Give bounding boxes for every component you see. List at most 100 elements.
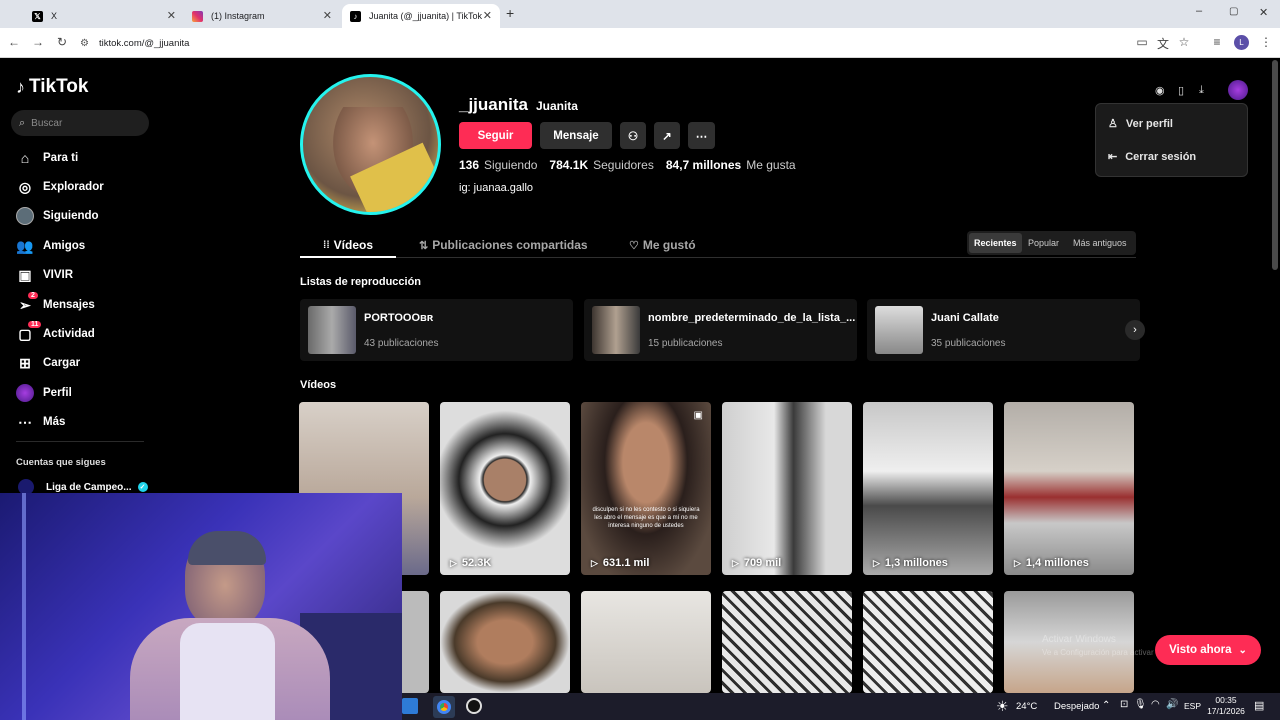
- video-card[interactable]: [722, 591, 852, 693]
- close-tab-icon[interactable]: ✕: [167, 9, 176, 22]
- sidebar-item-label: Amigos: [43, 240, 86, 252]
- playlist-card[interactable]: PORTOOOʙʀ 43 publicaciones: [300, 299, 573, 361]
- video-card[interactable]: ▷ 52.3K: [440, 402, 570, 575]
- language-indicator[interactable]: ESP: [1184, 701, 1201, 711]
- tab-instagram[interactable]: (1) Instagram ✕: [184, 4, 340, 28]
- menu-item-label: Cerrar sesión: [1125, 150, 1197, 163]
- playlists-next-button[interactable]: ›: [1125, 320, 1145, 340]
- followers-label: Seguidores: [593, 158, 654, 172]
- image-post-icon: ▣: [693, 410, 703, 421]
- profile-avatar-large[interactable]: [300, 74, 441, 215]
- sort-popular[interactable]: Popular: [1023, 233, 1064, 253]
- sort-mas-antiguos[interactable]: Más antiguos: [1068, 233, 1132, 253]
- forward-icon[interactable]: →: [30, 35, 46, 49]
- compass-icon: ◎: [18, 178, 32, 195]
- tiktok-logo[interactable]: ♪ TikTok: [16, 76, 88, 98]
- follow-button[interactable]: Seguir: [459, 122, 532, 149]
- browser-tab-bar: 𝕏 X ✕ (1) Instagram ✕ ♪ Juanita (@_jjuan…: [0, 0, 1280, 28]
- page-scrollbar-thumb[interactable]: [1272, 60, 1278, 270]
- clock[interactable]: 00:35 17/1/2026: [1204, 695, 1248, 717]
- webcam-person-cap: [188, 531, 266, 565]
- sidebar-item-label: Perfil: [43, 387, 72, 399]
- tab-title: (1) Instagram: [211, 11, 265, 21]
- sidebar-item-perfil[interactable]: Perfil: [16, 383, 72, 403]
- close-window-button[interactable]: ✕: [1259, 6, 1268, 19]
- followers-count[interactable]: 784.1K: [549, 158, 588, 172]
- sidebar-item-mensajes[interactable]: ➢ 2 Mensajes: [16, 292, 95, 315]
- show-hidden-icons[interactable]: ⌃: [1102, 700, 1110, 711]
- taskbar-active-app[interactable]: [433, 696, 455, 718]
- menu-item-ver-perfil[interactable]: ♙ Ver perfil: [1108, 117, 1173, 131]
- download-icon[interactable]: ⤓: [1199, 84, 1204, 97]
- sidebar-item-amigos[interactable]: 👥 Amigos: [16, 236, 85, 256]
- video-card[interactable]: ▣ disculpen si no les contesto o si siqu…: [581, 402, 711, 575]
- add-friend-button[interactable]: ⚇: [620, 122, 646, 149]
- video-card[interactable]: [581, 591, 711, 693]
- close-tab-icon[interactable]: ✕: [483, 9, 492, 22]
- share-button[interactable]: ↗: [654, 122, 680, 149]
- video-card[interactable]: ▷ 1,3 millones: [863, 402, 993, 575]
- following-count[interactable]: 136: [459, 158, 479, 172]
- sidebar-item-vivir[interactable]: ▣ VIVIR: [16, 265, 73, 285]
- sidebar-item-siguiendo[interactable]: Siguiendo: [16, 206, 99, 226]
- sidebar-item-label: Actividad: [43, 328, 95, 340]
- browser-toolbar: ← → ↻ ⚙ tiktok.com/@_jjuanita ▭ 文 ☆ ≡ L …: [0, 28, 1280, 58]
- video-card[interactable]: ▷ 1,4 millones: [1004, 402, 1134, 575]
- sidebar-item-explorador[interactable]: ◎ Explorador: [16, 177, 104, 197]
- wifi-icon[interactable]: ◠: [1151, 699, 1160, 710]
- file-explorer-icon[interactable]: [402, 698, 418, 714]
- weather-temp[interactable]: 24°C: [1016, 701, 1037, 712]
- profile-avatar[interactable]: L: [1234, 35, 1249, 50]
- new-tab-button[interactable]: +: [506, 5, 514, 21]
- tab-publicaciones-compartidas[interactable]: ⇅ Publicaciones compartidas: [419, 233, 588, 257]
- weather-desc[interactable]: Despejado: [1054, 701, 1099, 712]
- search-input[interactable]: ⌕ Buscar: [11, 110, 149, 136]
- video-view-count: ▷ 1,3 millones: [873, 557, 948, 569]
- menu-kebab-icon[interactable]: ⋮: [1258, 35, 1274, 49]
- address-bar[interactable]: ⚙ tiktok.com/@_jjuanita: [80, 32, 1200, 54]
- media-control-icon[interactable]: ≡: [1209, 35, 1225, 49]
- sidebar-item-para-ti[interactable]: ⌂ Para ti: [16, 148, 78, 168]
- user-avatar-button[interactable]: [1228, 80, 1248, 100]
- sidebar-item-cargar[interactable]: ⊞ Cargar: [16, 353, 80, 373]
- video-card[interactable]: ▷ 709 mil: [722, 402, 852, 575]
- message-button[interactable]: Mensaje: [540, 122, 612, 149]
- obs-icon[interactable]: [466, 698, 482, 714]
- network-icon[interactable]: ⊡: [1120, 699, 1128, 710]
- tab-me-gusto[interactable]: ♡ Me gustó: [629, 233, 696, 257]
- notifications-icon[interactable]: ▤: [1254, 699, 1264, 712]
- playlist-card[interactable]: nombre_predeterminado_de_la_lista_... 15…: [584, 299, 857, 361]
- search-icon: ⌕: [19, 116, 26, 129]
- coins-icon[interactable]: ◉: [1155, 84, 1165, 97]
- playlist-card[interactable]: Juani Callate 35 publicaciones: [867, 299, 1140, 361]
- menu-item-cerrar-sesion[interactable]: ⇤ Cerrar sesión: [1108, 150, 1197, 164]
- maximize-button[interactable]: ▢: [1229, 6, 1238, 17]
- webcam-overlay: [0, 493, 402, 720]
- cast-icon[interactable]: ▭: [1134, 35, 1150, 49]
- back-icon[interactable]: ←: [6, 35, 22, 49]
- sort-recientes[interactable]: Recientes: [969, 233, 1022, 253]
- minimize-button[interactable]: –: [1196, 5, 1202, 17]
- site-info-icon[interactable]: ⚙: [80, 38, 89, 49]
- sidebar-item-mas[interactable]: ⋯ Más: [16, 412, 65, 432]
- more-options-button[interactable]: ⋯: [688, 122, 715, 149]
- translate-icon[interactable]: 文: [1155, 35, 1171, 52]
- tab-videos[interactable]: ⁞⁞ Vídeos: [300, 233, 396, 257]
- play-icon: ▷: [732, 557, 739, 568]
- playlist-thumbnail: [875, 306, 923, 354]
- reload-icon[interactable]: ↻: [54, 35, 70, 49]
- mobile-app-icon[interactable]: ▯: [1178, 84, 1184, 97]
- sidebar-item-actividad[interactable]: ▢ 11 Actividad: [16, 321, 95, 344]
- video-card[interactable]: [863, 591, 993, 693]
- tab-tiktok[interactable]: ♪ Juanita (@_jjuanita) | TikTok ✕: [342, 4, 500, 28]
- bookmark-star-icon[interactable]: ☆: [1176, 35, 1192, 49]
- more-icon: ⋯: [18, 413, 32, 430]
- visto-ahora-button[interactable]: Visto ahora ⌄: [1155, 635, 1261, 665]
- close-tab-icon[interactable]: ✕: [323, 9, 332, 22]
- tab-x[interactable]: 𝕏 X ✕: [24, 4, 184, 28]
- heart-icon: ♡: [629, 239, 639, 252]
- add-user-icon: ⚇: [627, 130, 639, 143]
- video-card[interactable]: [440, 591, 570, 693]
- volume-icon[interactable]: 🔊: [1166, 699, 1178, 710]
- microphone-icon[interactable]: 🎙: [1134, 699, 1147, 710]
